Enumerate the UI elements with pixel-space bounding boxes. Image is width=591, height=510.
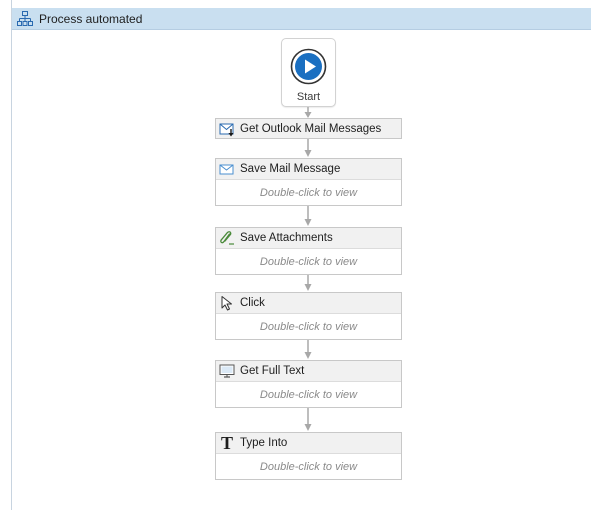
mail-download-icon [219,123,234,136]
connector-arrow [304,408,312,431]
activity-name: Type Into [240,437,288,449]
mail-open-icon [219,164,234,175]
workflow-title: Process automated [39,11,143,26]
connector-arrow [304,206,312,226]
activity-header[interactable]: Save Mail Message [216,159,401,180]
activity-type-into[interactable]: T Type Into Double-click to view [215,432,402,480]
activity-name: Save Mail Message [240,163,341,175]
activity-header[interactable]: Save Attachments [216,228,401,249]
activity-get-outlook-mail-messages[interactable]: Get Outlook Mail Messages [215,118,402,139]
activity-hint: Double-click to view [259,186,358,199]
text-t-icon: T [220,433,233,453]
activity-name: Click [240,297,265,309]
activity-header[interactable]: Get Full Text [216,361,401,382]
activity-save-mail-message[interactable]: Save Mail Message Double-click to view [215,158,402,206]
play-circle-icon [290,48,327,85]
activity-click[interactable]: Click Double-click to view [215,292,402,340]
start-node[interactable]: Start [281,38,336,107]
connector-arrow [304,139,312,157]
workflow-tree-icon [17,10,33,26]
connector-arrow [304,275,312,291]
activity-hint: Double-click to view [259,460,358,473]
activity-header[interactable]: T Type Into [216,433,401,454]
workflow-header[interactable]: Process automated [12,8,591,30]
activity-header[interactable]: Get Outlook Mail Messages [216,119,401,138]
monitor-icon [219,364,235,378]
activity-save-attachments[interactable]: Save Attachments Double-click to view [215,227,402,275]
start-label: Start [296,91,321,103]
activity-hint: Double-click to view [259,320,358,333]
canvas-left-border [11,0,12,510]
activity-name: Get Full Text [240,365,305,377]
activity-header[interactable]: Click [216,293,401,314]
cursor-icon [221,296,232,311]
activity-name: Get Outlook Mail Messages [240,122,382,135]
activity-hint: Double-click to view [259,255,358,268]
activity-name: Save Attachments [240,232,333,244]
activity-get-full-text[interactable]: Get Full Text Double-click to view [215,360,402,408]
activity-hint: Double-click to view [259,388,358,401]
paperclip-icon [220,231,234,245]
connector-arrow [304,340,312,359]
